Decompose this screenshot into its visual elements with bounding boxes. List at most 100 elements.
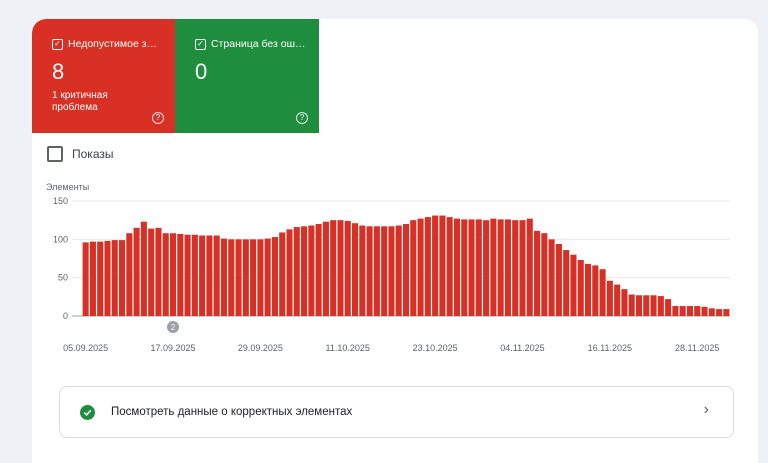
bar: [461, 219, 468, 316]
bar: [694, 306, 701, 316]
bar: [432, 215, 439, 316]
coverage-card: ✓ Недопустимое з… 8 1 критичная проблема…: [32, 19, 758, 463]
error-tile-label: Недопустимое з…: [68, 38, 158, 50]
bar: [621, 289, 628, 316]
bar: [402, 224, 410, 316]
bar: [235, 239, 242, 316]
bar: [301, 226, 308, 316]
bar: [97, 241, 104, 316]
valid-count: 0: [195, 59, 208, 84]
bar: [359, 225, 366, 316]
bar: [490, 218, 497, 316]
valid-tile-header: ✓ Страница без ош…: [195, 38, 306, 50]
impressions-label: Показы: [72, 147, 114, 161]
bar: [177, 233, 184, 316]
error-tile-header: ✓ Недопустимое з…: [52, 38, 157, 50]
bar: [541, 233, 548, 316]
bar: [555, 243, 562, 316]
valid-tile[interactable]: ✓ Страница без ош… 0 ?: [175, 19, 319, 133]
y-tick-label: 100: [53, 234, 68, 244]
bar: [512, 220, 519, 316]
bar: [628, 294, 635, 316]
bar: [410, 220, 417, 316]
x-tick-label: 16.11.2025: [588, 343, 632, 353]
check-circle-icon: [80, 404, 95, 420]
bar: [133, 227, 140, 316]
bar: [672, 306, 679, 316]
bar: [446, 217, 453, 316]
bar: [308, 225, 315, 316]
bar: [351, 223, 359, 316]
checkbox-checked-icon[interactable]: ✓: [52, 38, 63, 50]
bar: [475, 219, 482, 316]
error-count: 8: [52, 59, 65, 84]
bar: [424, 217, 431, 316]
chevron-right-icon[interactable]: ›: [704, 401, 709, 419]
checkbox-unchecked-icon[interactable]: [47, 146, 63, 162]
issues-chart: 0 50 100 150 05.09.2025 17.09.2025 29.09.2025 1…: [53, 196, 730, 353]
bar: [257, 239, 264, 316]
bar: [534, 230, 541, 316]
bar: [279, 232, 286, 316]
annotation-label: 2: [171, 323, 176, 332]
bar: [708, 308, 715, 316]
x-tick-label: 23.10.2025: [413, 343, 458, 353]
bar: [614, 284, 621, 316]
bar: [104, 240, 111, 316]
bar: [388, 226, 395, 316]
x-tick-label: 05.09.2025: [63, 343, 108, 353]
bar: [206, 235, 213, 316]
bar: [337, 220, 344, 316]
bar: [606, 280, 613, 316]
bar: [504, 219, 511, 316]
bar: [169, 233, 177, 316]
bar: [643, 295, 650, 316]
bar: [468, 219, 475, 316]
bar: [483, 220, 490, 316]
bar: [148, 228, 155, 316]
bar: [220, 238, 228, 316]
help-icon[interactable]: ?: [152, 112, 164, 124]
bar: [111, 240, 118, 316]
bar: [199, 235, 206, 316]
bar: [665, 299, 672, 316]
bar: [162, 233, 169, 316]
bar: [577, 260, 584, 316]
bar: [191, 234, 198, 316]
bar: [213, 235, 220, 316]
bar: [381, 226, 388, 316]
bar: [250, 239, 257, 316]
bar: [184, 234, 191, 316]
bar: [82, 242, 89, 316]
bar: [140, 221, 147, 316]
bar: [563, 250, 570, 316]
impressions-toggle[interactable]: Показы: [47, 146, 113, 162]
y-tick-label: 50: [58, 273, 68, 283]
bar: [242, 239, 249, 316]
view-valid-items-row[interactable]: Посмотреть данные о корректных элементах…: [59, 386, 734, 438]
bar: [344, 220, 351, 316]
y-tick-label: 150: [53, 196, 68, 206]
view-valid-items-label: Посмотреть данные о корректных элементах: [111, 406, 353, 418]
bar: [592, 265, 599, 316]
x-tick-label: 29.09.2025: [238, 343, 283, 353]
valid-tile-label: Страница без ош…: [211, 38, 306, 50]
bar: [701, 306, 708, 316]
bar: [526, 218, 533, 316]
help-icon[interactable]: ?: [296, 112, 308, 124]
error-tile[interactable]: ✓ Недопустимое з… 8 1 критичная проблема…: [32, 19, 175, 133]
x-tick-label: 04.11.2025: [500, 343, 544, 353]
bar: [723, 309, 730, 316]
bar: [271, 237, 278, 316]
bar: [119, 240, 126, 316]
bar: [584, 263, 592, 316]
bar: [366, 226, 373, 316]
x-tick-label: 17.09.2025: [150, 343, 195, 353]
y-tick-label: 0: [63, 311, 68, 321]
bar: [657, 296, 664, 316]
bar: [373, 226, 380, 316]
x-tick-label: 28.11.2025: [675, 343, 719, 353]
checkbox-checked-icon[interactable]: ✓: [195, 38, 206, 50]
bar: [570, 254, 577, 316]
bar: [264, 238, 271, 316]
